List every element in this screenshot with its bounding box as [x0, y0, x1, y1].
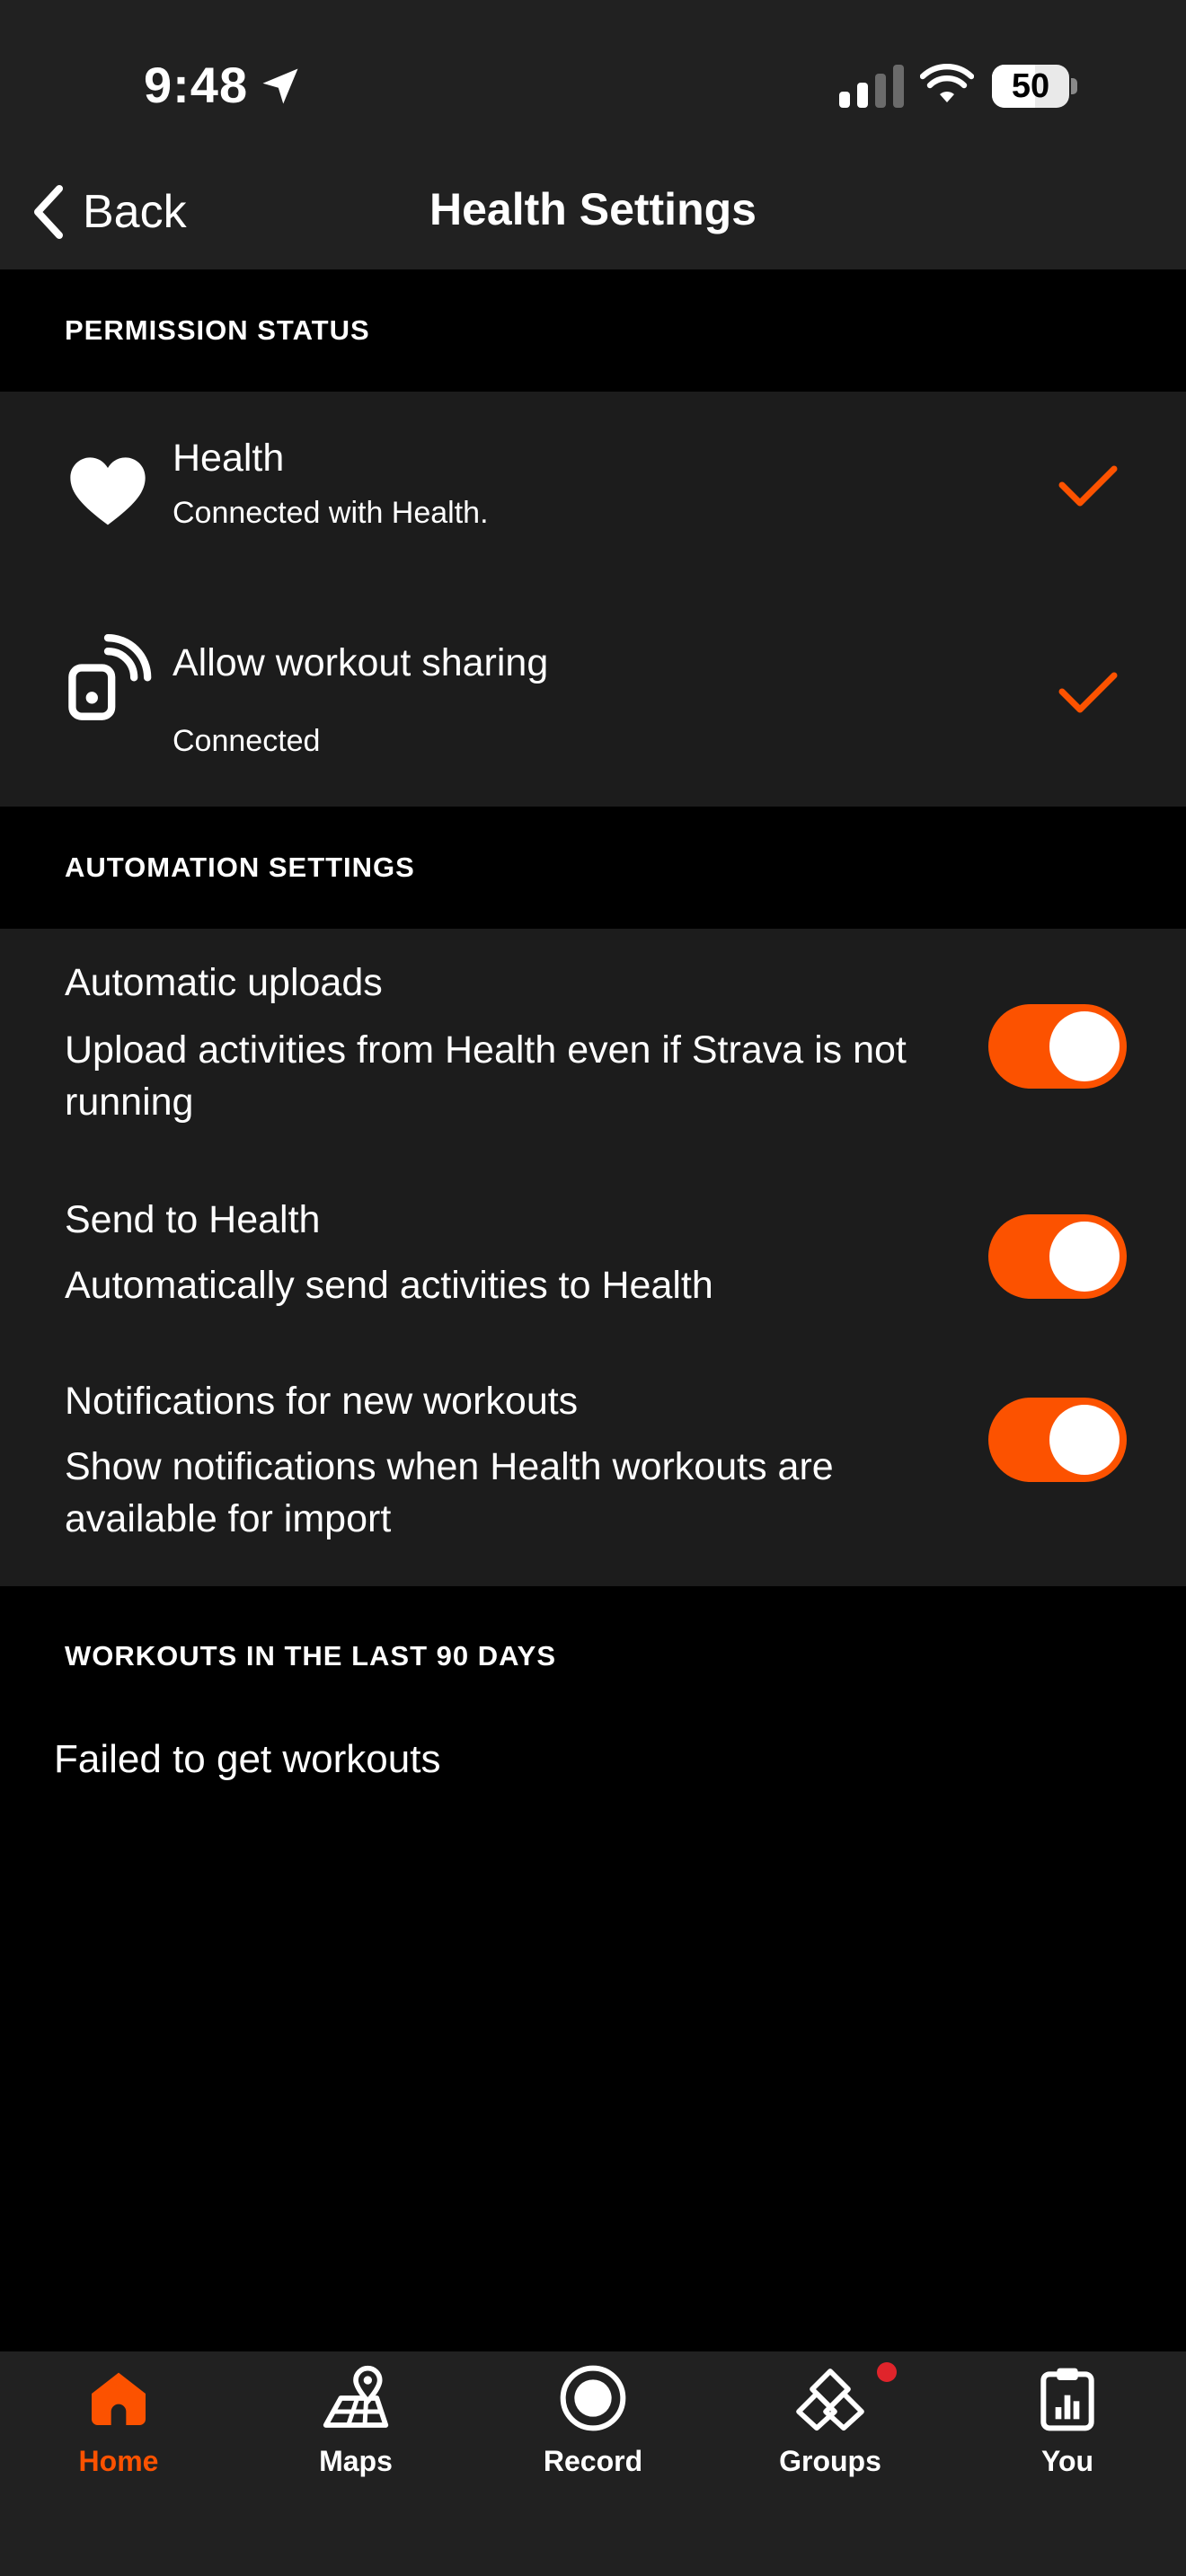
permission-status-header: PERMISSION STATUS [0, 269, 1186, 392]
battery-level-text: 50 [1011, 67, 1050, 105]
tab-label: Groups [779, 2445, 881, 2477]
toggle-knob [1049, 1011, 1120, 1081]
tab-label: You [1040, 2445, 1094, 2477]
location-arrow-icon [262, 68, 298, 104]
home-icon [92, 2372, 146, 2425]
permission-subtitle: Connected with Health. [173, 496, 489, 530]
setting-title: Notifications for new workouts [65, 1380, 579, 1423]
tab-label: Record [543, 2445, 643, 2477]
permission-subtitle: Connected [173, 724, 321, 758]
workouts-header: WORKOUTS IN THE LAST 90 DAYS [0, 1595, 1186, 1717]
permission-title: Health [173, 437, 285, 480]
check-icon [1058, 465, 1118, 507]
tab-home[interactable]: Home [0, 2362, 237, 2488]
groups-icon [796, 2369, 864, 2431]
permission-title: Allow workout sharing [173, 641, 549, 684]
toggle-knob [1049, 1405, 1120, 1475]
tab-label: Maps [319, 2445, 393, 2477]
wifi-icon [920, 63, 974, 102]
tab-maps[interactable]: Maps [237, 2362, 474, 2488]
map-icon [323, 2365, 389, 2428]
notification-badge [877, 2362, 897, 2382]
cellular-signal-icon [839, 65, 904, 108]
automation-settings-header: AUTOMATION SETTINGS [0, 807, 1186, 929]
permission-row-health[interactable]: Health Connected with Health. [0, 392, 1186, 598]
section-title: PERMISSION STATUS [65, 314, 370, 346]
tab-record[interactable]: Record [474, 2362, 712, 2488]
send-to-health-toggle[interactable] [988, 1214, 1127, 1299]
automation-row-send-to-health: Send to Health Automatically send activi… [0, 1168, 1186, 1353]
setting-description: Automatically send activities to Health [65, 1264, 713, 1307]
battery-icon: 50 [992, 65, 1078, 108]
check-icon [1058, 672, 1118, 713]
heart-icon [70, 457, 146, 525]
automatic-uploads-toggle[interactable] [988, 1004, 1127, 1089]
setting-description: Upload activities from Health even if St… [65, 1028, 907, 1124]
automation-row-automatic-uploads: Automatic uploads Upload activities from… [0, 929, 1186, 1168]
tab-you[interactable]: You [949, 2362, 1186, 2488]
setting-title: Send to Health [65, 1198, 321, 1241]
tab-groups[interactable]: Groups [712, 2362, 949, 2488]
workout-sharing-icon [68, 634, 152, 720]
clipboard-stats-icon [1040, 2368, 1094, 2431]
record-icon [560, 2365, 626, 2431]
setting-description: Show notifications when Health workouts … [65, 1445, 834, 1540]
section-title: WORKOUTS IN THE LAST 90 DAYS [65, 1640, 557, 1672]
workouts-error-message: Failed to get workouts [54, 1737, 441, 1781]
tab-label: Home [78, 2445, 159, 2477]
automation-panel: Automatic uploads Upload activities from… [0, 929, 1186, 1586]
section-title: AUTOMATION SETTINGS [65, 851, 415, 883]
setting-title: Automatic uploads [65, 961, 383, 1004]
automation-row-notifications: Notifications for new workouts Show noti… [0, 1353, 1186, 1586]
page-title: Health Settings [429, 184, 757, 234]
toggle-knob [1049, 1222, 1120, 1292]
notifications-toggle[interactable] [988, 1398, 1127, 1482]
permission-row-workout-sharing[interactable]: Allow workout sharing Connected [0, 598, 1186, 807]
status-time: 9:48 [144, 57, 249, 113]
permission-panel: Health Connected with Health. Allow work… [0, 392, 1186, 807]
